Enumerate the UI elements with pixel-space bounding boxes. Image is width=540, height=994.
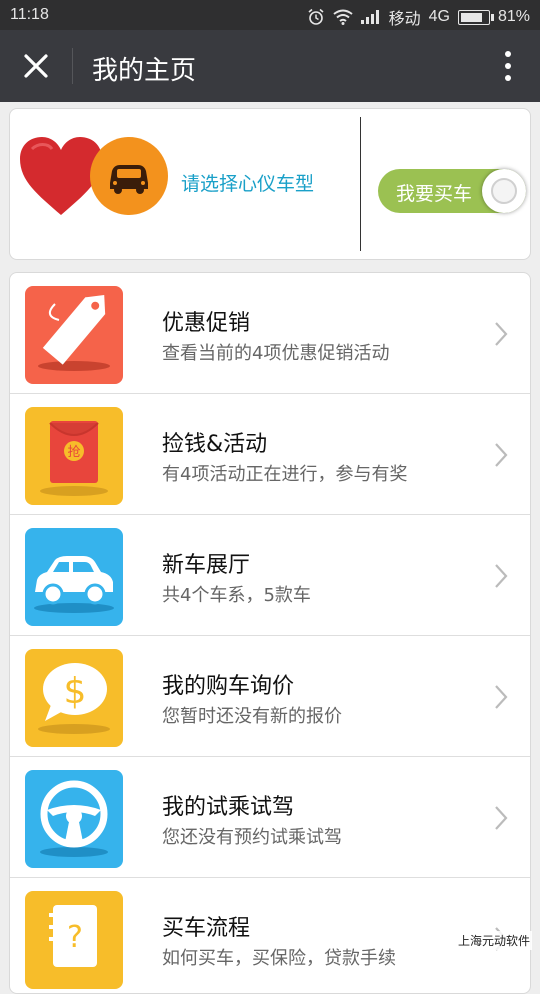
nav-divider	[72, 48, 73, 84]
status-right: 移动 4G 81%	[307, 5, 530, 29]
red-envelope-icon: 抢	[25, 407, 123, 505]
watermark: 上海元动软件	[456, 931, 532, 950]
item-title: 新车展厅	[162, 547, 250, 579]
signal-icon	[361, 10, 381, 24]
dollar-char: $	[64, 671, 87, 712]
list-item-activities[interactable]: 抢 捡钱&活动 有4项活动正在进行，参与有奖	[10, 394, 530, 515]
item-subtitle: 您暂时还没有新的报价	[162, 702, 342, 728]
more-menu-icon[interactable]	[504, 50, 512, 82]
toggle-label: 我要买车	[396, 179, 472, 206]
list-item-inquiry[interactable]: $ 我的购车询价 您暂时还没有新的报价	[10, 636, 530, 757]
chevron-right-icon	[494, 442, 508, 468]
item-title: 我的购车询价	[162, 668, 294, 700]
item-subtitle: 您还没有预约试乘试驾	[162, 823, 342, 849]
list-item-purchase-process[interactable]: ? 买车流程 如何买车，买保险，贷款手续	[10, 878, 530, 994]
car-select-card: 请选择心仪车型 我要买车	[9, 108, 531, 260]
envelope-char: 抢	[67, 444, 80, 460]
status-bar: 11:18 移动 4G 81%	[0, 0, 540, 30]
status-time: 11:18	[10, 6, 49, 24]
question-char: ?	[67, 920, 83, 955]
item-title: 买车流程	[162, 910, 250, 942]
nav-bar: 我的主页	[0, 30, 540, 102]
price-tag-icon	[25, 286, 123, 384]
help-book-icon: ?	[25, 891, 123, 989]
buy-car-toggle[interactable]: 我要买车	[378, 169, 526, 213]
network-type: 4G	[429, 8, 450, 26]
car-icon	[25, 528, 123, 626]
alarm-icon	[307, 8, 325, 26]
close-icon[interactable]	[20, 50, 52, 82]
battery-icon	[458, 10, 490, 25]
item-title: 优惠促销	[162, 305, 250, 337]
menu-list: 优惠促销 查看当前的4项优惠促销活动 抢 捡钱&活动 有4项活动正在进行，参与有…	[9, 272, 531, 994]
card-divider	[360, 117, 361, 251]
car-circle-icon[interactable]	[90, 137, 168, 215]
battery-percent: 81%	[498, 8, 530, 26]
price-bubble-icon: $	[25, 649, 123, 747]
chevron-right-icon	[494, 684, 508, 710]
choose-car-link[interactable]: 请选择心仪车型	[181, 169, 314, 196]
chevron-right-icon	[494, 321, 508, 347]
list-item-showroom[interactable]: 新车展厅 共4个车系，5款车	[10, 515, 530, 636]
toggle-knob[interactable]	[482, 169, 526, 213]
item-title: 捡钱&活动	[162, 426, 267, 458]
chevron-right-icon	[494, 805, 508, 831]
list-item-test-drive[interactable]: 我的试乘试驾 您还没有预约试乘试驾	[10, 757, 530, 878]
steering-wheel-icon	[25, 770, 123, 868]
chevron-right-icon	[494, 563, 508, 589]
page-title: 我的主页	[92, 50, 196, 87]
item-subtitle: 查看当前的4项优惠促销活动	[162, 339, 389, 365]
item-title: 我的试乘试驾	[162, 789, 294, 821]
item-subtitle: 如何买车，买保险，贷款手续	[162, 944, 396, 970]
battery-fill	[461, 13, 482, 22]
list-item-promotions[interactable]: 优惠促销 查看当前的4项优惠促销活动	[10, 273, 530, 394]
item-subtitle: 有4项活动正在进行，参与有奖	[162, 460, 407, 486]
carrier-name: 移动	[389, 5, 421, 29]
item-subtitle: 共4个车系，5款车	[162, 581, 311, 607]
wifi-icon	[333, 9, 353, 25]
